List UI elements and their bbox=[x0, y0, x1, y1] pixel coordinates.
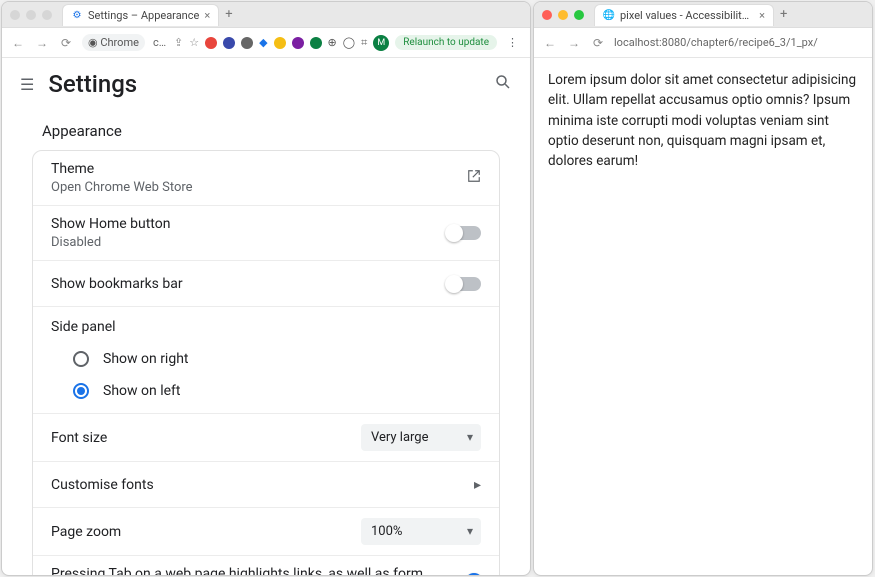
share-icon[interactable]: ⇪ bbox=[174, 36, 183, 49]
paragraph: Lorem ipsum dolor sit amet consectetur a… bbox=[548, 70, 858, 171]
browser-tab[interactable]: 🌐 pixel values - Accessibility Co × bbox=[594, 4, 774, 26]
row-title: Theme bbox=[51, 161, 193, 177]
browser-toolbar: ← → ⟳ localhost:8080/chapter6/recipe6_3/… bbox=[534, 28, 872, 58]
tab-title: Settings – Appearance bbox=[88, 9, 199, 22]
toolbar-actions: ⇪ ☆ ◆ ⊕ ◯ ⌗ M Relaunch to update ⋮ bbox=[174, 35, 522, 51]
appearance-card: Theme Open Chrome Web Store Show Home bu… bbox=[32, 150, 500, 575]
row-subtitle: Disabled bbox=[51, 235, 170, 250]
new-tab-button[interactable]: + bbox=[225, 7, 232, 22]
minimize-window-icon[interactable] bbox=[558, 10, 568, 20]
forward-button[interactable]: → bbox=[34, 36, 50, 50]
section-title: Appearance bbox=[32, 110, 500, 150]
new-tab-button[interactable]: + bbox=[780, 7, 787, 22]
chip-label: Chrome bbox=[100, 36, 139, 49]
close-tab-icon[interactable]: × bbox=[759, 9, 765, 22]
site-info-chip[interactable]: ◉ Chrome bbox=[82, 34, 145, 51]
localhost-window: 🌐 pixel values - Accessibility Co × + ← … bbox=[533, 1, 873, 576]
page-favicon-icon: 🌐 bbox=[603, 9, 615, 21]
window-titlebar: 🌐 pixel values - Accessibility Co × + bbox=[534, 2, 872, 28]
tab-highlight-row: Pressing Tab on a web page highlights li… bbox=[33, 556, 499, 575]
forward-button[interactable]: → bbox=[566, 36, 582, 50]
bookmarks-bar-toggle[interactable] bbox=[447, 277, 481, 291]
close-window-icon[interactable] bbox=[10, 10, 20, 20]
extension-icon[interactable]: ⊕ bbox=[328, 36, 337, 49]
radio-icon bbox=[73, 351, 89, 367]
page-title: Settings bbox=[48, 70, 137, 98]
extensions-puzzle-icon[interactable]: ⌗ bbox=[361, 36, 367, 50]
browser-tab[interactable]: ⚙ Settings – Appearance × bbox=[62, 4, 219, 26]
reload-button[interactable]: ⟳ bbox=[58, 36, 74, 50]
address-bar[interactable]: localhost:8080/chapter6/recipe6_3/1_px/ bbox=[614, 36, 864, 49]
close-tab-icon[interactable]: × bbox=[204, 9, 210, 22]
extension-icon[interactable] bbox=[223, 37, 235, 49]
radio-label: Show on left bbox=[103, 383, 180, 399]
bookmarks-bar-row: Show bookmarks bar bbox=[33, 261, 499, 307]
row-title: Pressing Tab on a web page highlights li… bbox=[51, 566, 448, 575]
side-panel-right-option[interactable]: Show on right bbox=[51, 343, 481, 375]
row-title: Show Home button bbox=[51, 216, 170, 232]
radio-icon bbox=[73, 383, 89, 399]
window-titlebar: ⚙ Settings – Appearance × + bbox=[2, 2, 530, 28]
row-title: Side panel bbox=[51, 307, 481, 343]
row-title: Show bookmarks bar bbox=[51, 276, 183, 292]
reload-button[interactable]: ⟳ bbox=[590, 36, 606, 50]
row-title: Customise fonts bbox=[51, 477, 154, 493]
profile-avatar-icon[interactable]: M bbox=[373, 35, 389, 51]
traffic-lights bbox=[10, 10, 52, 20]
extension-icon[interactable] bbox=[292, 37, 304, 49]
radio-label: Show on right bbox=[103, 351, 189, 367]
minimize-window-icon[interactable] bbox=[26, 10, 36, 20]
settings-favicon-icon: ⚙ bbox=[71, 9, 83, 21]
chrome-settings-window: ⚙ Settings – Appearance × + ← → ⟳ ◉ Chro… bbox=[1, 1, 531, 576]
close-window-icon[interactable] bbox=[542, 10, 552, 20]
side-panel-left-option[interactable]: Show on left bbox=[51, 375, 481, 407]
extension-icon[interactable]: ◆ bbox=[259, 36, 267, 49]
theme-row[interactable]: Theme Open Chrome Web Store bbox=[33, 151, 499, 206]
settings-content: Appearance Theme Open Chrome Web Store S… bbox=[2, 102, 530, 575]
page-zoom-select[interactable]: 100% bbox=[361, 518, 481, 545]
extension-icon[interactable] bbox=[274, 37, 286, 49]
font-size-row: Font size Very large bbox=[33, 414, 499, 462]
font-size-select[interactable]: Very large bbox=[361, 424, 481, 451]
menu-icon[interactable]: ☰ bbox=[20, 75, 34, 94]
page-content: Lorem ipsum dolor sit amet consectetur a… bbox=[534, 58, 872, 183]
row-subtitle: Open Chrome Web Store bbox=[51, 180, 193, 195]
chevron-right-icon: ▸ bbox=[474, 477, 481, 493]
browser-toolbar: ← → ⟳ ◉ Chrome chrome://settings/app... … bbox=[2, 28, 530, 58]
maximize-window-icon[interactable] bbox=[42, 10, 52, 20]
extension-icon[interactable] bbox=[241, 37, 253, 49]
maximize-window-icon[interactable] bbox=[574, 10, 584, 20]
tab-title: pixel values - Accessibility Co bbox=[620, 9, 754, 22]
home-button-row: Show Home button Disabled bbox=[33, 206, 499, 261]
row-title: Page zoom bbox=[51, 524, 121, 540]
home-button-toggle[interactable] bbox=[447, 226, 481, 240]
address-bar[interactable]: chrome://settings/app... bbox=[153, 36, 166, 49]
extension-icon[interactable] bbox=[205, 37, 217, 49]
page-zoom-row: Page zoom 100% bbox=[33, 508, 499, 556]
search-icon[interactable] bbox=[494, 73, 512, 95]
back-button[interactable]: ← bbox=[542, 36, 558, 50]
settings-header: ☰ Settings bbox=[2, 58, 530, 102]
traffic-lights bbox=[542, 10, 584, 20]
bookmark-icon[interactable]: ☆ bbox=[189, 36, 199, 49]
customise-fonts-row[interactable]: Customise fonts ▸ bbox=[33, 462, 499, 508]
extension-icon[interactable] bbox=[310, 37, 322, 49]
relaunch-button[interactable]: Relaunch to update bbox=[395, 35, 497, 50]
select-value: Very large bbox=[371, 430, 429, 445]
extension-icon[interactable]: ◯ bbox=[343, 36, 355, 49]
side-panel-row: Side panel Show on right Show on left bbox=[33, 307, 499, 414]
chrome-icon: ◉ bbox=[88, 36, 98, 49]
row-title: Font size bbox=[51, 430, 107, 446]
browser-menu-icon[interactable]: ⋮ bbox=[503, 36, 522, 49]
back-button[interactable]: ← bbox=[10, 36, 26, 50]
select-value: 100% bbox=[371, 524, 402, 539]
open-external-icon bbox=[467, 169, 481, 187]
